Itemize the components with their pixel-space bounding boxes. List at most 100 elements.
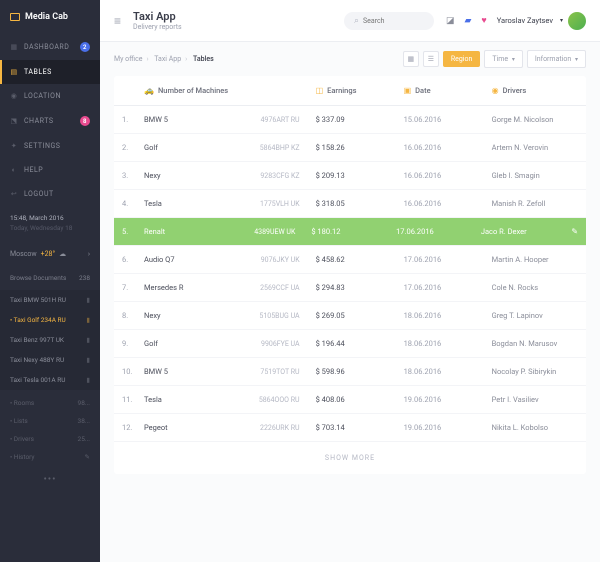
table-row[interactable]: 3.Nexy9283CFG KZ$ 209.1316.06.2016Gleb I…: [114, 162, 586, 190]
crumb-1[interactable]: My office: [114, 55, 143, 63]
document-list: Taxi BMW 501H RU▮• Taxi Golf 234A RU▮Tax…: [0, 290, 100, 390]
doc-item[interactable]: Taxi Nexy 488Y RU▮: [0, 350, 100, 370]
more-icon[interactable]: •••: [0, 466, 100, 493]
notification-icon[interactable]: ◪: [446, 16, 455, 26]
logout-icon: ↩: [10, 190, 18, 198]
time-dropdown[interactable]: Time ▾: [484, 50, 523, 68]
search-box[interactable]: ⌕: [344, 12, 434, 30]
location-icon: ◉: [10, 92, 18, 100]
cat-history[interactable]: • History✎: [0, 448, 100, 466]
show-more-button[interactable]: SHOW MORE: [114, 442, 586, 474]
mail-icon[interactable]: ▰: [464, 16, 471, 26]
nav-charts[interactable]: ⬔CHARTS8: [0, 108, 100, 134]
chevron-right-icon: ›: [88, 250, 90, 258]
nav-help[interactable]: ◐HELP: [0, 158, 100, 182]
nav: ▦DASHBOARD2▤TABLES◉LOCATION⬔CHARTS8✦SETT…: [0, 34, 100, 206]
crumb-2[interactable]: Taxi App: [154, 55, 181, 63]
title-block: Taxi App Delivery reports: [133, 10, 182, 31]
table-row[interactable]: 2.Golf5864BHP KZ$ 158.2616.06.2016Artem …: [114, 134, 586, 162]
data-table: 🚕Number of Machines ◫Earnings ▣Date ◉Dri…: [114, 76, 586, 474]
doc-icon: ▮: [86, 356, 90, 364]
cat-lists[interactable]: • Lists38...: [0, 412, 100, 430]
doc-icon: ▮: [86, 316, 90, 324]
nav-location[interactable]: ◉LOCATION: [0, 84, 100, 108]
region-button[interactable]: Region: [443, 51, 481, 67]
grid-view-button[interactable]: ▦: [403, 51, 419, 67]
user-menu[interactable]: Yaroslav Zaytsev ▾: [497, 12, 586, 30]
logo[interactable]: Media Cab: [0, 0, 100, 34]
info-dropdown[interactable]: Information ▾: [527, 50, 586, 68]
browse-header[interactable]: Browse Documents 238: [0, 266, 100, 290]
category-list: • Rooms98...• Lists38...• Drivers25...• …: [0, 394, 100, 466]
col-machines[interactable]: 🚕Number of Machines: [136, 76, 246, 105]
col-drivers[interactable]: ◉Drivers: [484, 76, 586, 105]
doc-item[interactable]: Taxi Tesla 001A RU▮: [0, 370, 100, 390]
doc-item[interactable]: Taxi Benz 997T UK▮: [0, 330, 100, 350]
table-container: 🚕Number of Machines ◫Earnings ▣Date ◉Dri…: [100, 76, 600, 562]
dashboard-icon: ▦: [10, 43, 18, 51]
table-header: 🚕Number of Machines ◫Earnings ▣Date ◉Dri…: [114, 76, 586, 106]
brand-name: Media Cab: [25, 12, 68, 22]
weather[interactable]: Moscow +28° ☁︎ ›: [0, 242, 100, 266]
col-earnings[interactable]: ◫Earnings: [308, 76, 396, 105]
user-name: Yaroslav Zaytsev: [497, 16, 553, 25]
doc-icon: ▮: [86, 376, 90, 384]
page-title: Taxi App: [133, 10, 182, 23]
weather-temp: +28°: [41, 250, 55, 258]
tables-icon: ▤: [10, 68, 18, 76]
table-row[interactable]: 4.Tesla1775VLH UK$ 318.0516.06.2016Manis…: [114, 190, 586, 218]
cat-rooms[interactable]: • Rooms98...: [0, 394, 100, 412]
date-text: 15:48, March 2016: [10, 214, 90, 224]
doc-item[interactable]: • Taxi Golf 234A RU▮: [0, 310, 100, 330]
doc-icon: ▮: [86, 296, 90, 304]
cat-drivers[interactable]: • Drivers25...: [0, 430, 100, 448]
page-subtitle: Delivery reports: [133, 23, 182, 31]
car-icon: 🚕: [144, 86, 154, 95]
settings-icon: ✦: [10, 142, 18, 150]
badge: 8: [80, 116, 90, 126]
calendar-icon: ▣: [404, 86, 412, 95]
nav-tables[interactable]: ▤TABLES: [0, 60, 100, 84]
table-row[interactable]: 6.Audio Q79076JKY UK$ 458.6217.06.2016Ma…: [114, 246, 586, 274]
nav-settings[interactable]: ✦SETTINGS: [0, 134, 100, 158]
logo-icon: [10, 13, 20, 21]
table-row[interactable]: 10.BMW 57519TOT RU$ 598.9618.06.2016Noco…: [114, 358, 586, 386]
search-input[interactable]: [363, 17, 424, 25]
heart-icon[interactable]: ♥: [481, 15, 486, 26]
datetime-block: 15:48, March 2016 Today, Wednesday 18: [0, 206, 100, 242]
table-body: 1.BMW 54976ART RU$ 337.0915.06.2016Gorge…: [114, 106, 586, 442]
crumb-current: Tables: [193, 55, 214, 63]
topbar: ≡ Taxi App Delivery reports ⌕ ◪ ▰ ♥ Yaro…: [100, 0, 600, 42]
nav-dashboard[interactable]: ▦DASHBOARD2: [0, 34, 100, 60]
table-row[interactable]: 5.Renalt4389UEW UK$ 180.1217.06.2016Jaco…: [114, 218, 586, 246]
weather-city: Moscow: [10, 250, 37, 258]
browse-label: Browse Documents: [10, 274, 66, 282]
sidebar: Media Cab ▦DASHBOARD2▤TABLES◉LOCATION⬔CH…: [0, 0, 100, 562]
topbar-icons: ◪ ▰ ♥: [446, 15, 487, 26]
table-row[interactable]: 1.BMW 54976ART RU$ 337.0915.06.2016Gorge…: [114, 106, 586, 134]
cloud-icon: ☁︎: [59, 250, 66, 258]
today-text: Today, Wednesday 18: [10, 224, 90, 234]
person-icon: ◉: [492, 86, 499, 95]
table-row[interactable]: 9.Golf9906FYE UA$ 196.4418.06.2016Bogdan…: [114, 330, 586, 358]
browse-count: 238: [79, 274, 90, 282]
controls-bar: My office› Taxi App› Tables ▦ ☰ Region T…: [100, 42, 600, 76]
doc-icon: ▮: [86, 336, 90, 344]
table-row[interactable]: 8.Nexy5105BUG UA$ 269.0518.06.2016Greg T…: [114, 302, 586, 330]
col-date[interactable]: ▣Date: [396, 76, 484, 105]
list-view-button[interactable]: ☰: [423, 51, 439, 67]
nav-logout[interactable]: ↩LOGOUT: [0, 182, 100, 206]
money-icon: ◫: [316, 86, 324, 95]
search-icon: ⌕: [354, 16, 359, 26]
table-row[interactable]: 11.Tesla5864OOO RU$ 408.0619.06.2016Petr…: [114, 386, 586, 414]
menu-icon[interactable]: ≡: [114, 14, 121, 28]
table-row[interactable]: 7.Mersedes R2569CCF UA$ 294.8317.06.2016…: [114, 274, 586, 302]
breadcrumb: My office› Taxi App› Tables: [114, 55, 214, 63]
table-row[interactable]: 12.Pegeot2226URK RU$ 703.1419.06.2016Nik…: [114, 414, 586, 442]
edit-icon[interactable]: ✎: [571, 227, 578, 236]
charts-icon: ⬔: [10, 117, 18, 125]
doc-item[interactable]: Taxi BMW 501H RU▮: [0, 290, 100, 310]
badge: 2: [80, 42, 90, 52]
chevron-down-icon: ▾: [560, 17, 563, 24]
main: ≡ Taxi App Delivery reports ⌕ ◪ ▰ ♥ Yaro…: [100, 0, 600, 562]
